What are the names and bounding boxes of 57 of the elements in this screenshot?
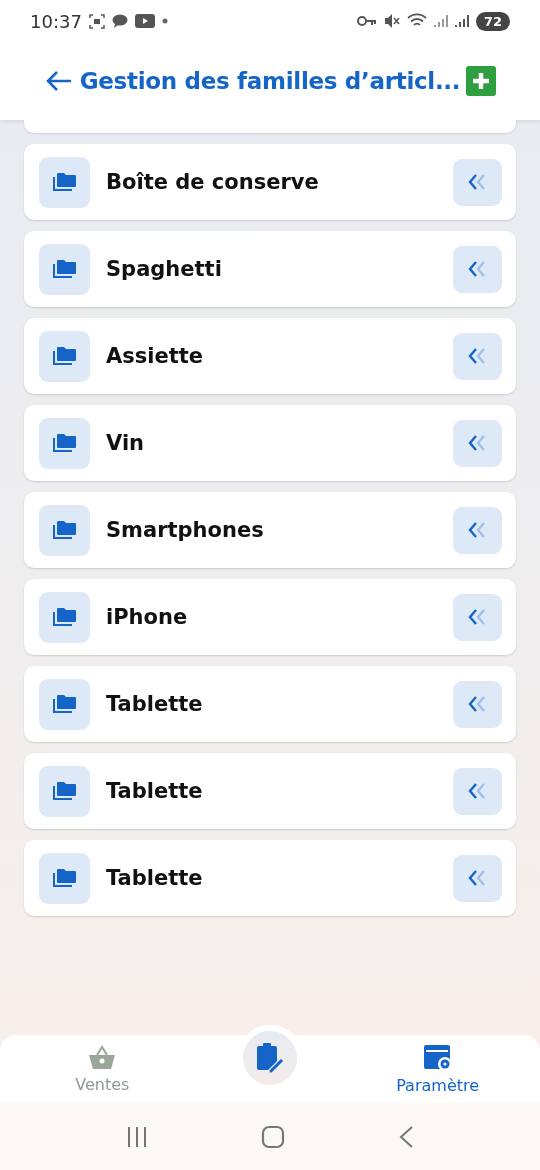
expand-button[interactable]: [453, 767, 502, 815]
expand-button[interactable]: [453, 680, 502, 728]
family-card[interactable]: Tablette: [24, 666, 516, 742]
family-card[interactable]: Vin: [24, 405, 516, 481]
family-name: Vin: [106, 431, 146, 455]
add-button[interactable]: [466, 66, 497, 96]
folder-icon: [52, 868, 77, 888]
expand-button[interactable]: [453, 419, 502, 467]
folder-icon: [52, 346, 77, 366]
plus-icon: [471, 71, 492, 91]
family-name: Spaghetti: [106, 257, 223, 281]
expand-button[interactable]: [453, 854, 502, 902]
status-time: 10:37: [30, 10, 82, 32]
family-name: Tablette: [106, 866, 204, 890]
family-card[interactable]: Assiette: [24, 318, 516, 394]
family-card[interactable]: Tablette: [24, 753, 516, 829]
page-title: Gestion des familles d’articl...: [79, 68, 461, 94]
folder-icon: [52, 433, 77, 453]
folder-icon: [52, 259, 77, 279]
expand-button[interactable]: [453, 158, 502, 206]
expand-button[interactable]: [453, 593, 502, 641]
clipboard-edit-icon: [255, 1042, 285, 1074]
family-name: Assiette: [106, 344, 204, 368]
family-card[interactable]: Smartphones: [24, 492, 516, 568]
expand-button[interactable]: [453, 332, 502, 380]
folder-icon: [52, 520, 77, 540]
screenshot-icon: [88, 13, 105, 29]
family-name: iPhone: [106, 605, 189, 629]
nav-tab[interactable]: Paramètre: [367, 1043, 508, 1095]
settings-window-icon: [422, 1043, 453, 1072]
family-card[interactable]: iPhone: [24, 579, 516, 655]
expand-button[interactable]: [453, 245, 502, 293]
family-card[interactable]: Boîte de conserve: [24, 144, 516, 220]
home-icon[interactable]: [261, 1124, 285, 1149]
folder-icon: [52, 607, 77, 627]
back-arrow-icon: [45, 70, 72, 92]
folder-icon: [52, 781, 77, 801]
family-name: Tablette: [106, 779, 204, 803]
basket-icon: [87, 1044, 118, 1071]
folder-icon: [52, 694, 77, 714]
family-name: Boîte de conserve: [106, 170, 320, 194]
mute-icon: [383, 13, 400, 29]
key-icon: [356, 15, 377, 27]
back-icon[interactable]: [397, 1124, 414, 1149]
folder-icon: [52, 172, 77, 192]
signal-icon: [454, 14, 469, 28]
family-name: Smartphones: [106, 518, 265, 542]
recent-apps-icon[interactable]: [126, 1125, 149, 1148]
family-card[interactable]: Spaghetti: [24, 231, 516, 307]
dot-icon: [161, 18, 168, 24]
video-play-icon: [134, 14, 155, 28]
family-card[interactable]: Tablette: [24, 840, 516, 916]
expand-button[interactable]: [453, 506, 502, 554]
family-name: Tablette: [106, 692, 204, 716]
signal-icon: [433, 14, 448, 28]
chat-icon: [111, 14, 128, 28]
battery-level: 72: [475, 11, 510, 31]
